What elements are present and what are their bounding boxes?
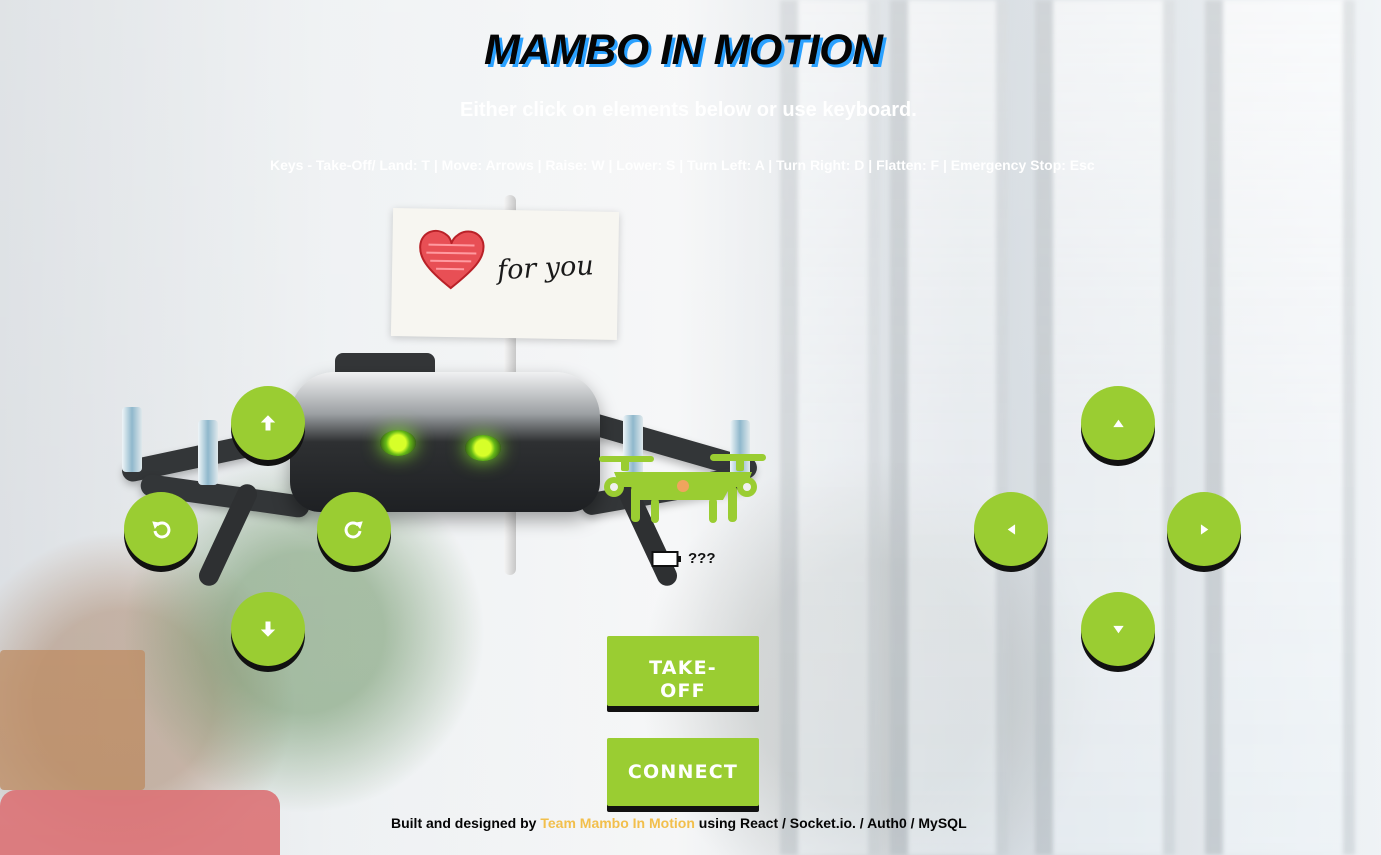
move-forward-button[interactable] bbox=[231, 386, 305, 460]
triangle-down-icon bbox=[1112, 625, 1124, 633]
sign-handwriting: for you bbox=[496, 250, 595, 287]
triangle-right-icon bbox=[1200, 523, 1208, 535]
battery-status: ??? bbox=[651, 549, 731, 569]
heart-icon bbox=[419, 229, 485, 290]
battery-empty-icon bbox=[651, 551, 681, 567]
rotate-right-icon bbox=[344, 521, 363, 539]
turn-left-button[interactable] bbox=[124, 492, 198, 566]
footer-prefix: Built and designed by bbox=[391, 815, 541, 831]
lower-button[interactable] bbox=[1081, 592, 1155, 666]
move-right-button[interactable] bbox=[1167, 492, 1241, 566]
rotate-left-icon bbox=[152, 521, 171, 539]
raise-button[interactable] bbox=[1081, 386, 1155, 460]
connect-label: CONNECT bbox=[627, 761, 739, 783]
takeoff-label: TAKE- OFF bbox=[649, 657, 717, 702]
drone-motor bbox=[198, 420, 218, 485]
takeoff-button[interactable]: TAKE- OFF bbox=[607, 636, 759, 706]
triangle-left-icon bbox=[1007, 523, 1015, 535]
arrow-up-icon bbox=[260, 415, 276, 431]
drone-motor bbox=[122, 407, 142, 472]
page-title: MAMBO IN MOTION bbox=[484, 26, 883, 74]
drone-body bbox=[290, 372, 600, 512]
footer-credit: Built and designed by Team Mambo In Moti… bbox=[391, 814, 981, 832]
team-link[interactable]: Team Mambo In Motion bbox=[540, 815, 695, 831]
turn-right-button[interactable] bbox=[317, 492, 391, 566]
footer-tech-stack: using React / Socket.io. / Auth0 / MySQL bbox=[694, 815, 967, 831]
connect-button[interactable]: CONNECT bbox=[607, 738, 759, 806]
arrow-down-icon bbox=[260, 621, 276, 637]
move-back-button[interactable] bbox=[231, 592, 305, 666]
keyboard-help-text: Keys - Take-Off/ Land: T | Move: Arrows … bbox=[270, 157, 1095, 173]
instruction-text: Either click on elements below or use ke… bbox=[460, 99, 917, 121]
for-you-sign: for you bbox=[390, 208, 620, 340]
move-left-button[interactable] bbox=[974, 492, 1048, 566]
drone-light-right bbox=[465, 435, 501, 461]
triangle-up-icon bbox=[1112, 419, 1124, 427]
drone-light-left bbox=[380, 430, 416, 456]
drone-status-icon bbox=[599, 454, 766, 523]
battery-value: ??? bbox=[688, 550, 716, 567]
